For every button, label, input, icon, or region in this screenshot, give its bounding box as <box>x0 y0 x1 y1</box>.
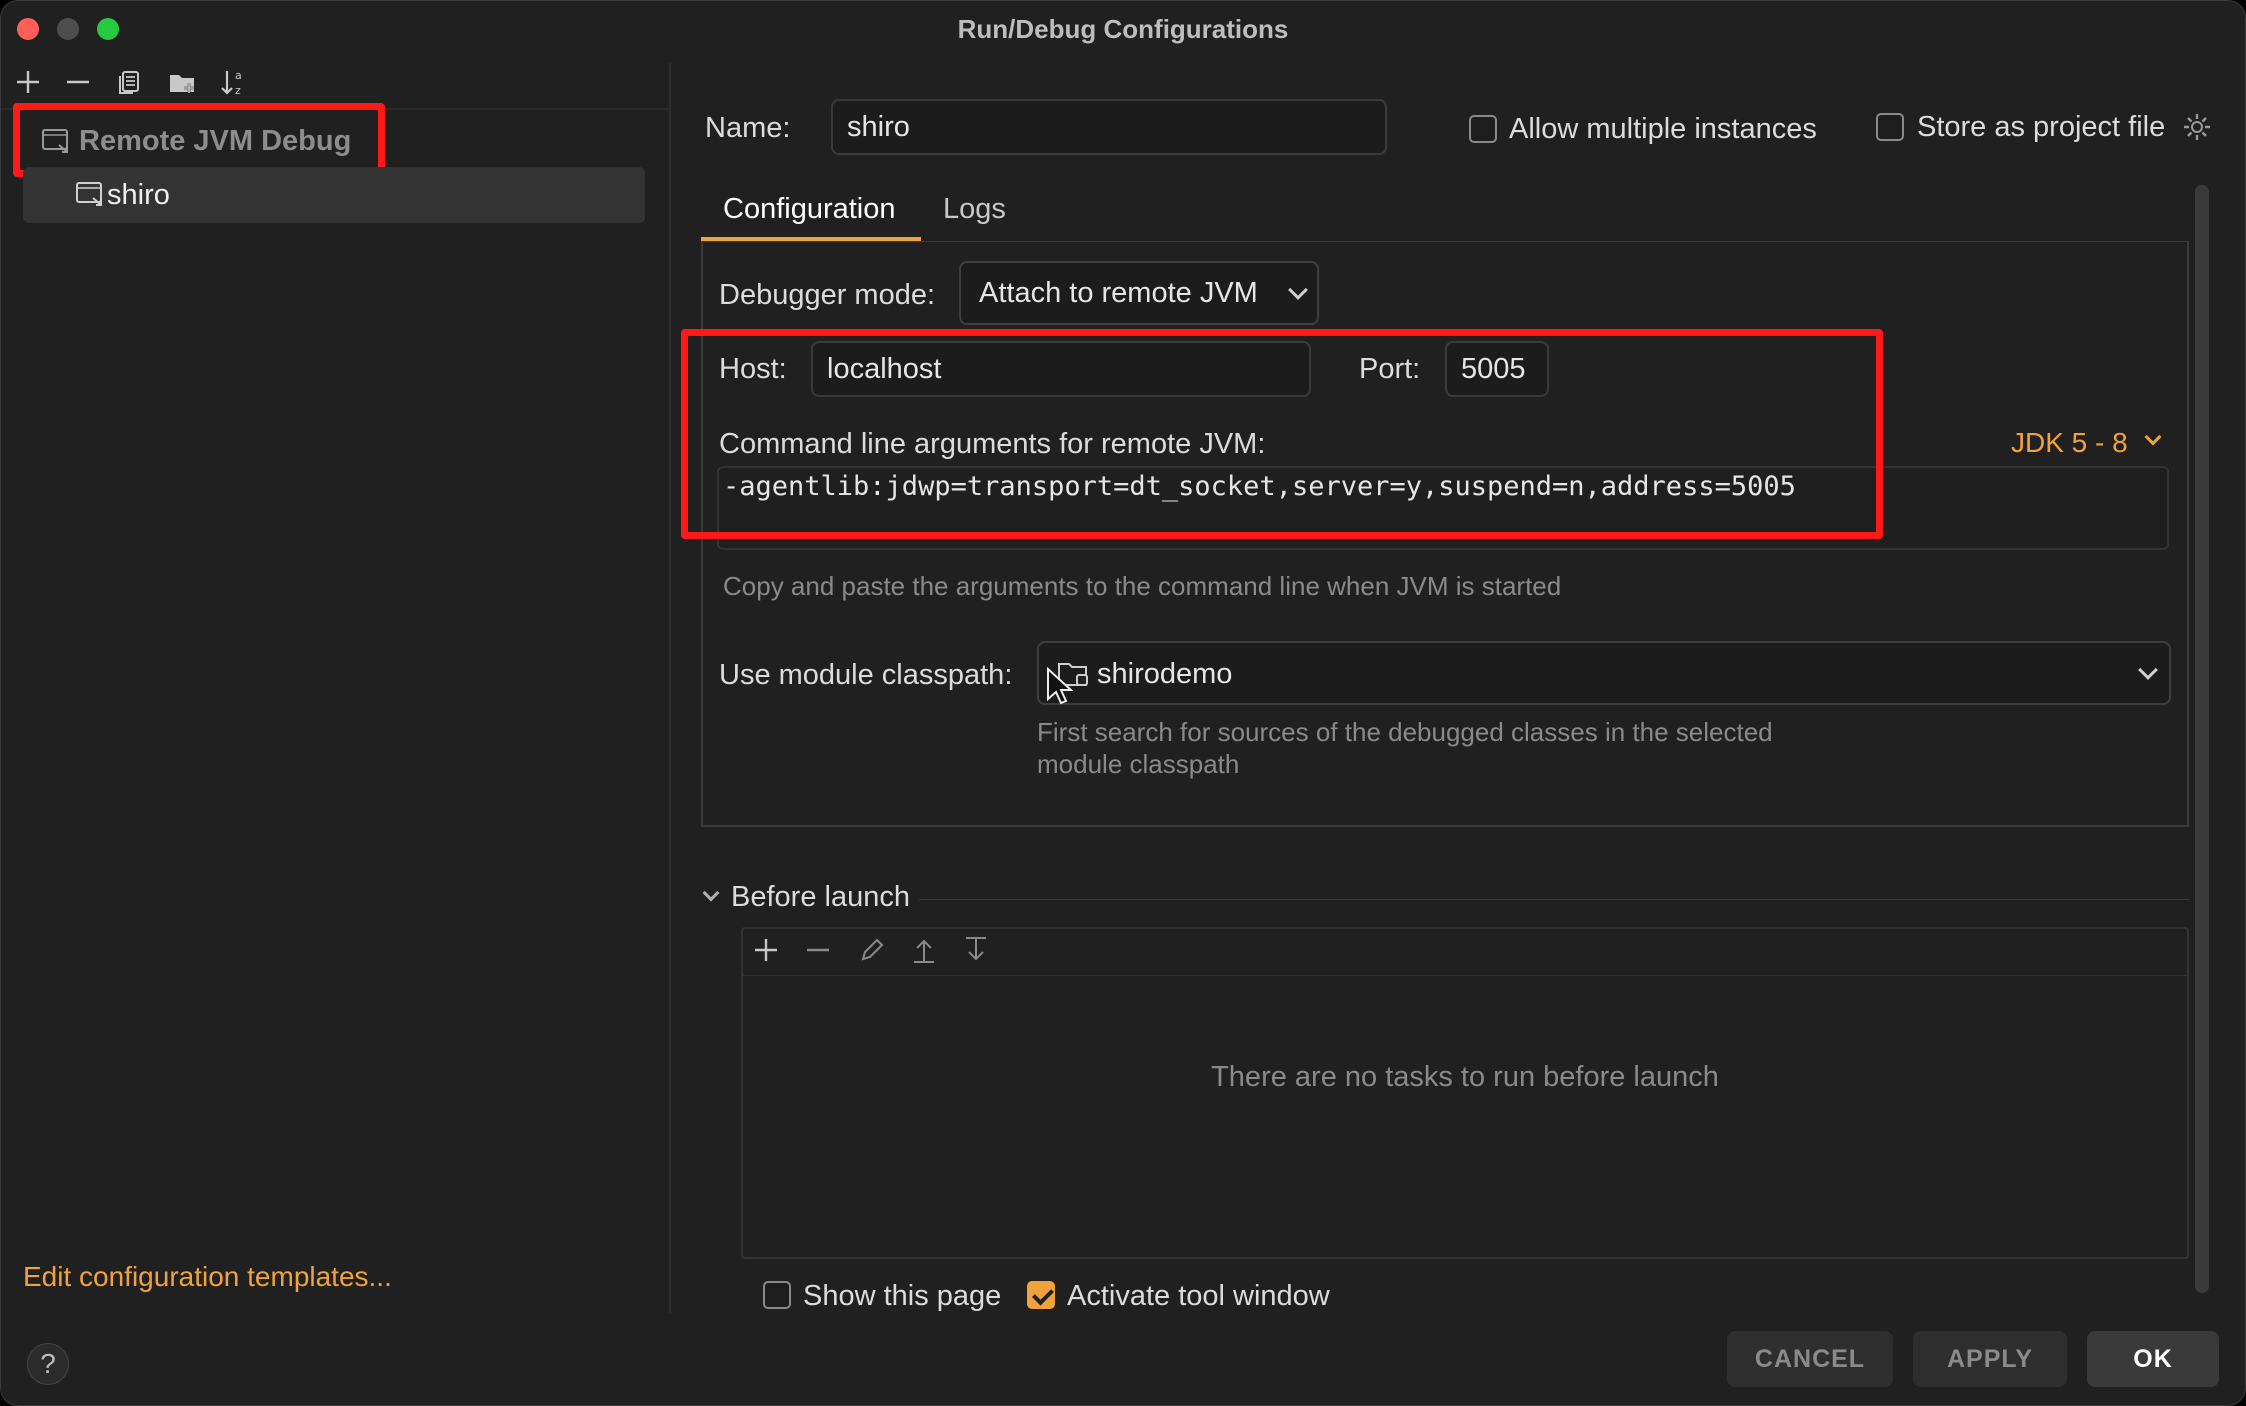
debugger-mode-value: Attach to remote JVM <box>979 276 1258 309</box>
no-tasks-message: There are no tasks to run before launch <box>1211 1061 1719 1093</box>
remote-debug-icon <box>75 180 105 213</box>
name-field[interactable]: shiro <box>831 99 1387 155</box>
edit-icon[interactable] <box>857 935 889 967</box>
tree-item-shiro[interactable]: shiro <box>23 167 645 223</box>
module-classpath-label: Use module classpath: <box>719 659 1013 691</box>
ok-button[interactable]: OK <box>2087 1331 2219 1387</box>
remove-icon[interactable] <box>61 67 95 101</box>
add-icon[interactable] <box>11 67 45 101</box>
move-up-icon[interactable] <box>909 935 941 967</box>
sort-icon[interactable]: az <box>217 67 251 101</box>
debugger-mode-label: Debugger mode: <box>719 279 936 311</box>
tree-item-label: shiro <box>107 179 170 211</box>
module-classpath-value: shirodemo <box>1097 658 1233 690</box>
sidebar <box>1 57 669 1405</box>
allow-multiple-instances-label: Allow multiple instances <box>1509 113 1817 145</box>
show-this-page-checkbox[interactable] <box>763 1281 791 1309</box>
svg-text:a: a <box>235 69 242 82</box>
run-debug-configurations-dialog: Run/Debug Configurations az Remote JVM D… <box>0 0 2246 1406</box>
remove-icon[interactable] <box>803 935 835 967</box>
jdk-version-selector[interactable]: JDK 5 - 8 <box>2011 427 2128 459</box>
copy-icon[interactable] <box>113 67 147 101</box>
before-launch-separator <box>919 899 2189 900</box>
apply-button[interactable]: APPLY <box>1913 1331 2067 1387</box>
store-as-project-file-checkbox[interactable] <box>1876 113 1904 141</box>
module-hint-line-1: First search for sources of the debugged… <box>1037 717 1773 747</box>
activate-tool-window-checkbox[interactable] <box>1027 1281 1055 1309</box>
mouse-cursor-icon <box>1045 666 1074 712</box>
highlight-box-connection-settings <box>681 329 1883 539</box>
module-classpath-dropdown[interactable]: shirodemo <box>1037 641 2171 705</box>
title-bar: Run/Debug Configurations <box>1 1 2245 57</box>
move-down-icon[interactable] <box>961 935 993 967</box>
svg-text:z: z <box>235 84 241 97</box>
task-toolbar-separator <box>743 975 2187 976</box>
activate-tool-window-label: Activate tool window <box>1067 1280 1330 1312</box>
show-this-page-label: Show this page <box>803 1280 1002 1312</box>
tab-logs[interactable]: Logs <box>943 193 1006 226</box>
chevron-down-icon <box>2138 660 2158 680</box>
before-launch-collapse-toggle[interactable] <box>702 884 720 902</box>
command-line-hint: Copy and paste the arguments to the comm… <box>723 571 1562 601</box>
gear-icon[interactable] <box>2181 111 2213 143</box>
window-title: Run/Debug Configurations <box>957 14 1289 44</box>
module-hint-line-2: module classpath <box>1037 749 1240 779</box>
help-button[interactable]: ? <box>27 1343 69 1385</box>
before-launch-title[interactable]: Before launch <box>731 881 910 914</box>
new-folder-icon[interactable] <box>165 67 199 101</box>
highlight-box-remote-jvm-debug <box>13 103 385 177</box>
debugger-mode-dropdown[interactable]: Attach to remote JVM <box>959 261 1319 325</box>
cancel-button[interactable]: CANCEL <box>1727 1331 1893 1387</box>
store-as-project-file-label: Store as project file <box>1917 111 2166 143</box>
allow-multiple-instances-checkbox[interactable] <box>1469 115 1497 143</box>
panel-divider <box>669 63 671 1313</box>
name-label: Name: <box>705 112 791 144</box>
scrollbar[interactable] <box>2195 185 2209 1293</box>
edit-configuration-templates-link[interactable]: Edit configuration templates... <box>23 1261 392 1293</box>
add-icon[interactable] <box>751 935 783 967</box>
chevron-down-icon <box>1288 280 1308 300</box>
tab-configuration[interactable]: Configuration <box>723 193 896 226</box>
